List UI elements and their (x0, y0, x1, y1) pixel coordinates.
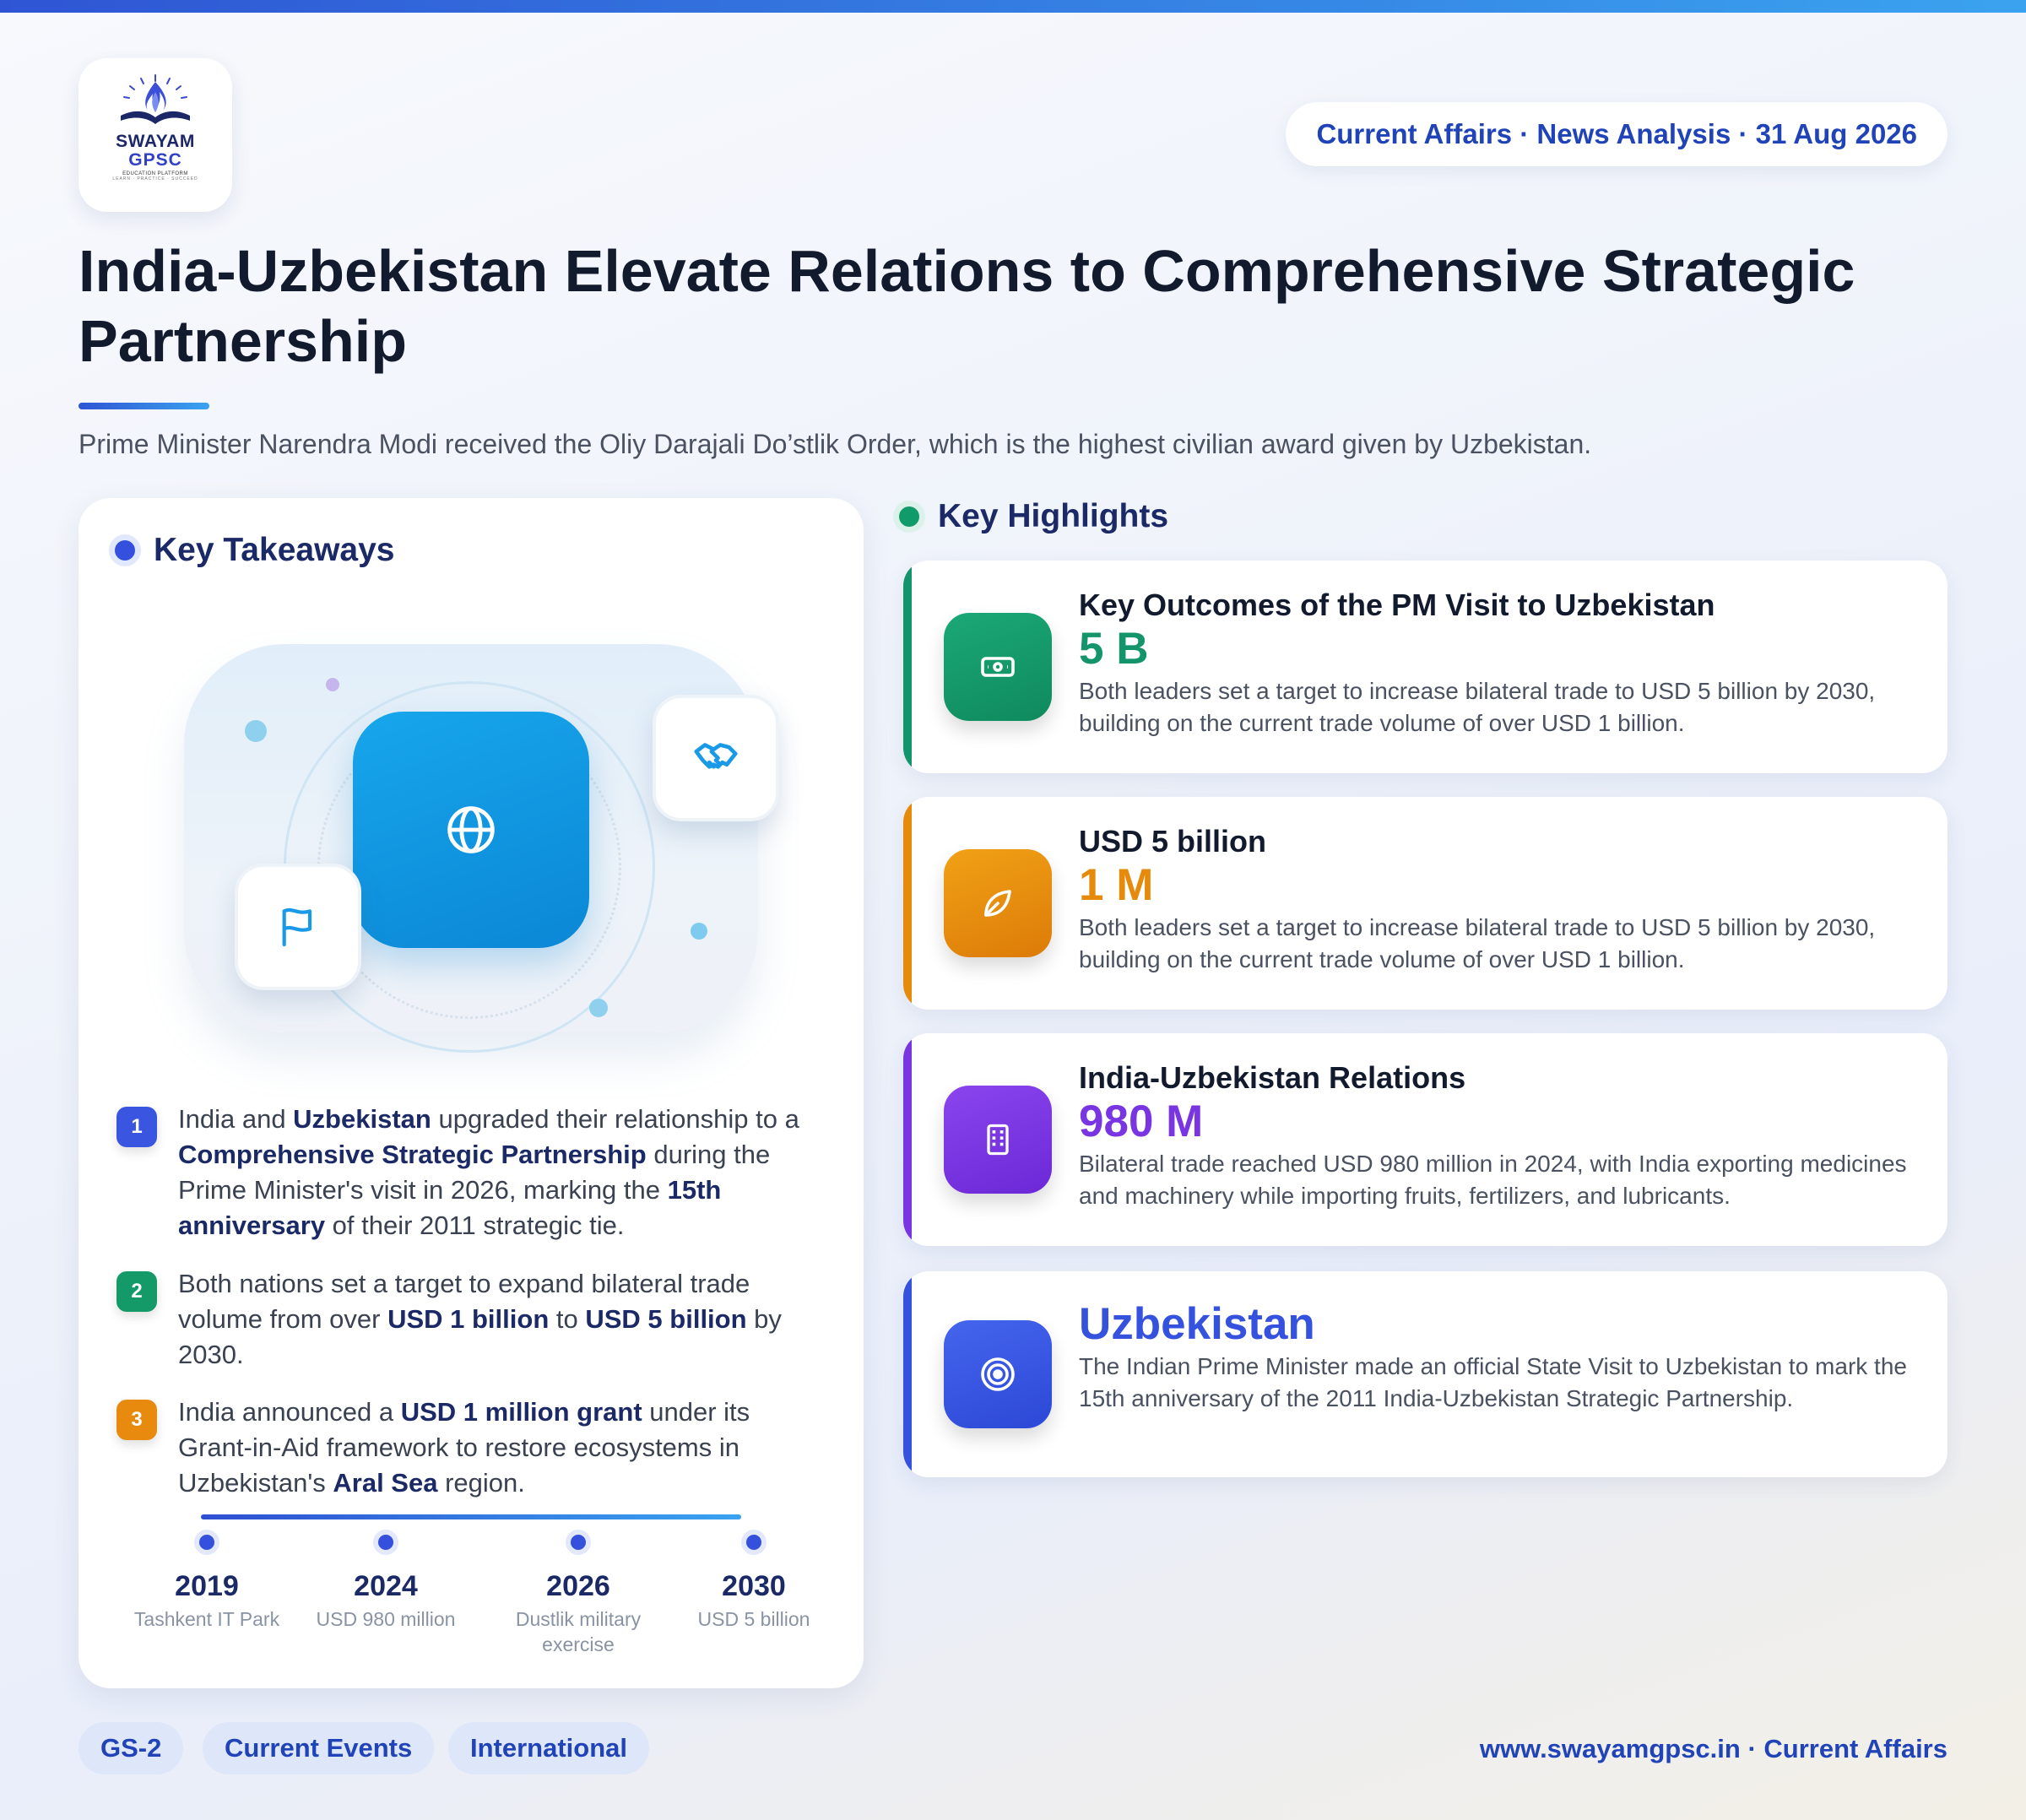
globe-tile (353, 712, 589, 948)
key-takeaways-card: Key Takeaways 1 India and Uzbekistan upg… (79, 498, 864, 1688)
flag-icon (282, 907, 312, 947)
flame-book-icon (121, 74, 190, 124)
card-accent-bar (903, 797, 912, 1010)
highlight-text: Key Outcomes of the PM Visit to Uzbekist… (1079, 588, 1914, 739)
takeaway-item: 3 India announced a USD 1 million grant … (116, 1395, 826, 1501)
leaf-icon (984, 890, 1011, 917)
timeline-item: 2030 USD 5 billion (669, 1530, 838, 1632)
card-accent-bar (903, 1033, 912, 1246)
page-subtitle: Prime Minister Narendra Modi received th… (79, 429, 1592, 459)
number-badge: 2 (116, 1271, 157, 1312)
key-takeaways-label: Key Takeaways (154, 532, 395, 568)
timeline-year: 2019 (175, 1570, 239, 1602)
sparkle-dot (245, 720, 267, 742)
key-highlights-heading: Key Highlights (899, 498, 1168, 535)
number-badge: 3 (116, 1400, 157, 1440)
timeline-label: Dustlik military exercise (515, 1608, 642, 1655)
highlight-card[interactable]: Key Outcomes of the PM Visit to Uzbekist… (903, 561, 1947, 773)
sparkle-dot (691, 923, 707, 940)
highlight-icon-tile (944, 613, 1052, 721)
building-icon (987, 1124, 1009, 1156)
bullet-dot-icon (899, 506, 919, 527)
key-highlights-label: Key Highlights (938, 498, 1169, 534)
timeline-dot (741, 1530, 767, 1555)
target-icon (981, 1357, 1015, 1391)
timeline-year: 2030 (722, 1570, 786, 1602)
page-title: India-Uzbekistan Elevate Relations to Co… (79, 238, 1855, 374)
takeaway-text: India and Uzbekistan upgraded their rela… (178, 1104, 799, 1240)
highlight-value: 1 M (1079, 860, 1154, 910)
card-accent-bar (903, 561, 912, 773)
category-date-pill: Current Affairs · News Analysis · 31 Aug… (1286, 102, 1947, 166)
logo-text-gpsc: GPSC (128, 150, 182, 170)
handshake-icon (694, 743, 738, 769)
globe-icon (447, 806, 495, 853)
brand-logo[interactable]: SWAYAM GPSC EDUCATION PLATFORM LEARN · P… (79, 58, 232, 212)
timeline-item: 2026 Dustlik military exercise (494, 1530, 663, 1657)
highlight-description: Both leaders set a target to increase bi… (1079, 914, 1876, 972)
timeline-line (201, 1514, 741, 1519)
flag-tile (235, 864, 361, 990)
tag-international[interactable]: International (448, 1722, 650, 1774)
highlight-description: Bilateral trade reached USD 980 million … (1079, 1151, 1907, 1209)
bullet-dot-icon (115, 540, 135, 561)
highlight-value: 980 M (1079, 1097, 1204, 1146)
timeline-label: Tashkent IT Park (133, 1608, 280, 1630)
sparkle-dot (589, 999, 608, 1017)
timeline-item: 2019 Tashkent IT Park (122, 1530, 291, 1632)
timeline-dot (373, 1530, 398, 1555)
highlight-text: India-Uzbekistan Relations 980 M Bilater… (1079, 1060, 1914, 1212)
timeline-label: USD 980 million (316, 1608, 456, 1630)
takeaway-item: 2 Both nations set a target to expand bi… (116, 1266, 826, 1373)
takeaway-text: India announced a USD 1 million grant un… (178, 1397, 750, 1498)
highlight-icon-tile (944, 849, 1052, 957)
highlight-description: Both leaders set a target to increase bi… (1079, 678, 1876, 736)
takeaway-item: 1 India and Uzbekistan upgraded their re… (116, 1102, 826, 1243)
highlight-value: 5 B (1079, 624, 1149, 674)
timeline-label: USD 5 billion (697, 1608, 810, 1630)
timeline-year: 2024 (354, 1570, 418, 1602)
highlight-heading: USD 5 billion (1079, 824, 1267, 859)
logo-motto: LEARN · PRACTICE · SUCCEED (112, 176, 198, 181)
timeline-year: 2026 (546, 1570, 610, 1602)
highlight-card[interactable]: India-Uzbekistan Relations 980 M Bilater… (903, 1033, 1947, 1246)
highlight-icon-tile (944, 1086, 1052, 1194)
highlight-card[interactable]: USD 5 billion 1 M Both leaders set a tar… (903, 797, 1947, 1010)
key-takeaways-heading: Key Takeaways (115, 532, 394, 569)
logo-text-swayam: SWAYAM (116, 132, 195, 151)
highlight-card[interactable]: Uzbekistan The Indian Prime Minister mad… (903, 1271, 1947, 1477)
highlight-text: Uzbekistan The Indian Prime Minister mad… (1079, 1298, 1914, 1415)
title-underline (79, 403, 209, 409)
highlight-heading: India-Uzbekistan Relations (1079, 1060, 1466, 1095)
tag-gs2[interactable]: GS-2 (79, 1722, 184, 1774)
number-badge: 1 (116, 1107, 157, 1147)
highlight-heading: Key Outcomes of the PM Visit to Uzbekist… (1079, 588, 1715, 622)
highlight-value: Uzbekistan (1079, 1299, 1315, 1349)
timeline-item: 2024 USD 980 million (301, 1530, 470, 1632)
timeline-dot (566, 1530, 591, 1555)
tag-current-events[interactable]: Current Events (203, 1722, 435, 1774)
highlight-text: USD 5 billion 1 M Both leaders set a tar… (1079, 824, 1914, 976)
handshake-tile (653, 695, 779, 821)
cash-icon (981, 657, 1015, 677)
sparkle-dot (326, 678, 339, 691)
takeaway-text: Both nations set a target to expand bila… (178, 1269, 782, 1369)
top-accent-bar (0, 0, 2026, 13)
highlight-icon-tile (944, 1320, 1052, 1428)
footer-website[interactable]: www.swayamgpsc.in · Current Affairs (1480, 1734, 1947, 1764)
card-accent-bar (903, 1271, 912, 1477)
partnership-illustration (184, 644, 779, 1053)
highlight-description: The Indian Prime Minister made an offici… (1079, 1353, 1907, 1411)
timeline-dot (194, 1530, 219, 1555)
